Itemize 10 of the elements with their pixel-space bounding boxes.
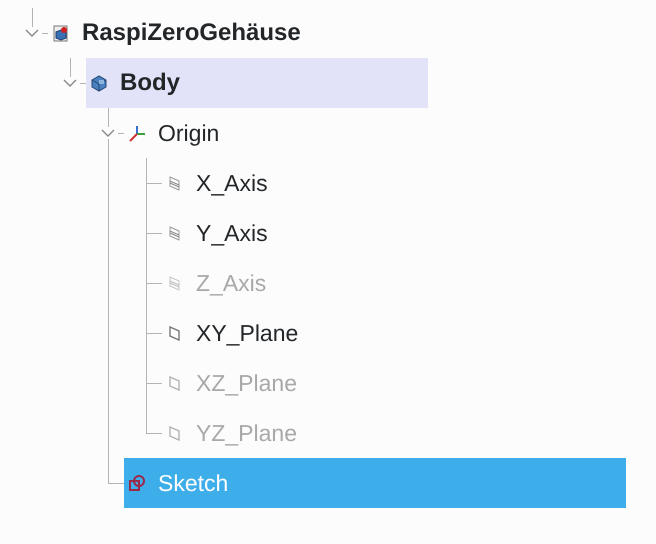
tree-item[interactable]: RaspiZeroGehäuse <box>48 8 309 58</box>
tree-item[interactable]: Y_Axis <box>162 208 276 258</box>
tree-item[interactable]: Body <box>86 58 428 108</box>
tree-item[interactable]: X_Axis <box>162 158 276 208</box>
cube-icon <box>90 74 108 92</box>
tree-item[interactable]: XY_Plane <box>162 308 306 358</box>
axes-icon <box>128 124 146 142</box>
sketch-icon <box>128 474 146 492</box>
tree-item[interactable]: Origin <box>124 108 228 158</box>
document-icon <box>52 24 70 42</box>
